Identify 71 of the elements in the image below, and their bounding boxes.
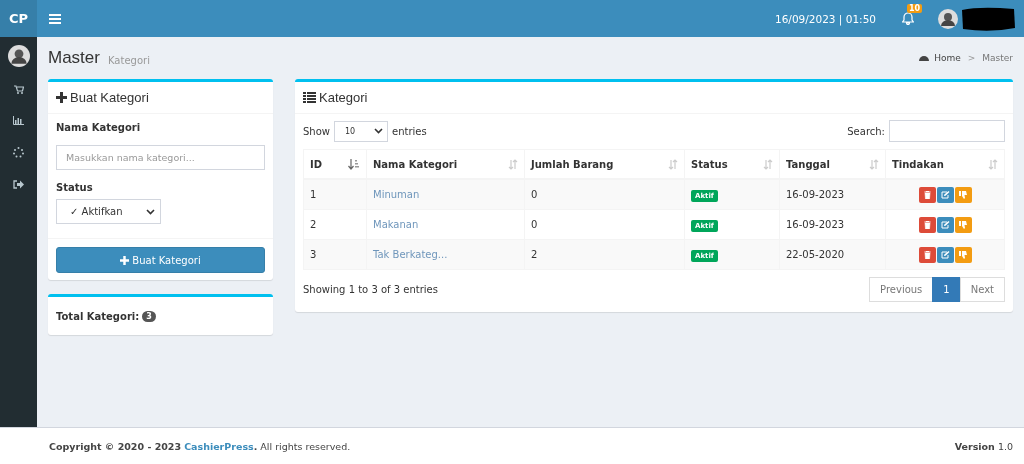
current-page-label: Master: [982, 53, 1013, 63]
edit-icon: [940, 220, 950, 229]
plus-icon: [56, 92, 67, 103]
search-field[interactable]: [889, 120, 1005, 142]
thumbs-down-button[interactable]: [954, 216, 972, 233]
breadcrumb-link[interactable]: Home: [934, 53, 961, 63]
thumbs-down-button[interactable]: [954, 246, 972, 263]
edit-button[interactable]: [936, 246, 954, 263]
page-button[interactable]: Next: [959, 277, 1005, 302]
user-avatar[interactable]: [7, 45, 30, 67]
page-size-dropdown[interactable]: 10: [334, 120, 388, 142]
field-label: Nama Kategori: [56, 122, 142, 133]
table-cell: 0: [524, 179, 685, 210]
trash-icon: [923, 190, 931, 199]
date-time: 16/09/2023 | 01:50: [775, 12, 876, 25]
spinner-icon[interactable]: [13, 147, 24, 158]
table-cell: 2: [524, 239, 685, 270]
field-label: Status: [56, 182, 94, 193]
table-cell: 16-09-2023: [779, 209, 886, 240]
trash-icon: [923, 220, 931, 229]
table-cell: 2: [303, 209, 367, 240]
edit-button[interactable]: [936, 216, 954, 233]
card-title: Buat Kategori: [70, 90, 149, 105]
bell-icon[interactable]: [902, 12, 914, 25]
list-icon: [303, 92, 316, 103]
count-badge: 3: [142, 310, 156, 322]
cart-icon[interactable]: [13, 85, 24, 94]
name-input-field[interactable]: Masukkan nama kategori...: [56, 145, 265, 170]
bar-chart-icon[interactable]: [13, 116, 24, 125]
edit-button[interactable]: [936, 186, 954, 203]
show-label: Show: [303, 125, 330, 137]
table-cell: 22-05-2020: [779, 239, 886, 270]
notification-badge: 10: [907, 4, 923, 13]
card-title: Kategori: [319, 90, 368, 105]
sort-ascending-icon[interactable]: [348, 158, 360, 170]
edit-icon: [940, 190, 950, 199]
table-cell: 3: [303, 239, 367, 270]
page-button[interactable]: Previous: [869, 277, 934, 302]
thumbs-down-icon: [959, 190, 967, 199]
thumbs-down-icon: [959, 250, 967, 259]
breadcrumb-separator: >: [967, 53, 976, 63]
page-button[interactable]: 1: [932, 277, 961, 302]
entries-label: entries: [392, 125, 427, 137]
app-logo[interactable]: CP: [0, 0, 37, 37]
edit-icon: [940, 250, 950, 259]
redaction-mark: [960, 5, 1016, 32]
delete-button[interactable]: [918, 186, 936, 203]
brand-link[interactable]: CashierPress: [184, 440, 254, 452]
plus-icon: [120, 255, 130, 265]
table-info: Showing 1 to 3 of 3 entries: [303, 284, 438, 295]
delete-button[interactable]: [918, 216, 936, 233]
search-label: Search:: [847, 125, 885, 137]
thumbs-down-icon: [959, 220, 967, 229]
version-text: Version 1.0: [954, 440, 1013, 452]
status-dropdown[interactable]: ✓ Aktifkan: [56, 199, 161, 224]
total-label: Total Kategori:: [56, 310, 140, 322]
delete-button[interactable]: [918, 246, 936, 263]
thumbs-down-button[interactable]: [954, 186, 972, 203]
menu-icon[interactable]: [49, 13, 61, 24]
table-cell: 0: [524, 209, 685, 240]
chevron-down-icon: [374, 128, 383, 134]
trash-icon: [923, 250, 931, 259]
create-category-button[interactable]: Buat Kategori: [56, 247, 265, 273]
sign-out-icon[interactable]: [13, 180, 24, 189]
page-title: Master: [48, 48, 100, 68]
table-cell: 16-09-2023: [779, 179, 886, 210]
table-cell: 1: [303, 179, 367, 210]
page-subtitle: Kategori: [107, 54, 150, 66]
chevron-down-icon: [146, 208, 155, 215]
copyright-text: Copyright © 2020 - 2023 CashierPress. All rights reserved.: [49, 440, 351, 452]
user-avatar[interactable]: [938, 8, 958, 29]
